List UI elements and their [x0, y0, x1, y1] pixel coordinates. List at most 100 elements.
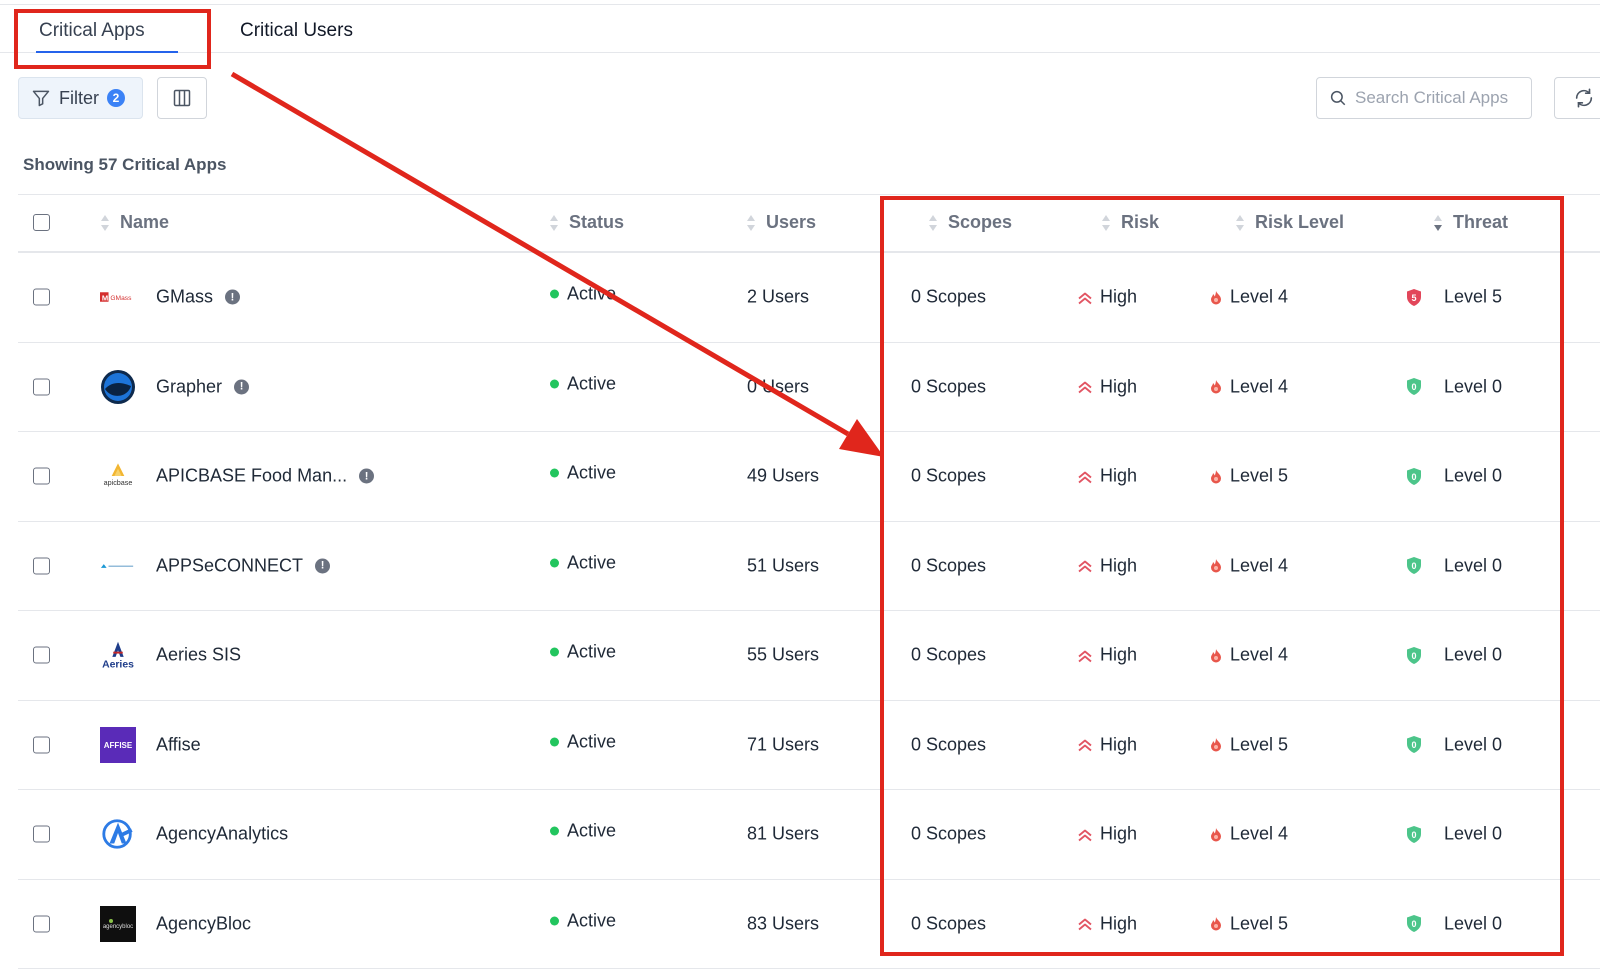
table-row[interactable]: AgencyAnalytics Active 81 Users 0 Scopes… [18, 790, 1600, 880]
app-name[interactable]: AgencyBloc [156, 913, 251, 934]
row-checkbox[interactable] [33, 288, 50, 306]
app-name-cell[interactable]: APPSeCONNECT ! [156, 555, 331, 576]
threat-cell: 0 Level 0 [1406, 376, 1502, 397]
threat-cell: 0 Level 0 [1406, 734, 1502, 755]
affise-logo: AFFISE [100, 726, 136, 763]
table-row[interactable]: APPSeCONNECT ! Active 51 Users 0 Scopes … [18, 522, 1600, 611]
app-name-cell[interactable]: Aeries SIS [156, 645, 241, 666]
search-input[interactable] [1355, 88, 1530, 108]
row-checkbox[interactable] [33, 467, 50, 485]
scopes-cell: 0 Scopes [911, 645, 986, 666]
refresh-icon [1575, 88, 1593, 108]
threat-text: Level 0 [1444, 465, 1503, 486]
svg-text:0: 0 [1411, 382, 1416, 392]
svg-text:AFFISE: AFFISE [104, 741, 133, 750]
users-count: 71 Users [747, 734, 820, 755]
row-checkbox[interactable] [33, 646, 50, 664]
refresh-button[interactable] [1554, 77, 1600, 119]
risk-cell: High [1078, 555, 1137, 576]
column-header-status[interactable]: Status [549, 212, 624, 233]
risk-cell: High [1078, 824, 1137, 845]
app-name[interactable]: GMass [156, 287, 213, 308]
info-icon[interactable]: ! [234, 379, 250, 395]
row-checkbox[interactable] [33, 825, 50, 843]
users-count: 2 Users [747, 286, 810, 307]
table-row[interactable]: Grapher ! Active 0 Users 0 Scopes High L… [18, 343, 1600, 432]
status-text: Active [567, 731, 617, 752]
risk-high-icon [1078, 739, 1092, 752]
app-name[interactable]: Aeries SIS [156, 645, 241, 666]
risk-level-text: Level 5 [1230, 734, 1289, 755]
column-header-name[interactable]: Name [100, 212, 169, 233]
column-header-risk-level[interactable]: Risk Level [1235, 212, 1344, 233]
aeries-logo: Aeries [100, 637, 136, 673]
status-dot-icon [550, 737, 559, 747]
svg-text:0: 0 [1411, 651, 1416, 661]
app-name[interactable]: Affise [156, 734, 201, 755]
status-dot-icon [550, 826, 559, 836]
tab-critical-apps[interactable]: Critical Apps [39, 20, 145, 42]
svg-text:M: M [102, 294, 108, 303]
info-icon[interactable]: ! [225, 289, 241, 305]
risk-high-icon [1078, 471, 1092, 483]
svg-text:Aeries: Aeries [102, 660, 134, 671]
tab-critical-users[interactable]: Critical Users [240, 20, 353, 42]
risk-text: High [1100, 286, 1138, 307]
status-cell: Active [550, 284, 616, 305]
status-text: Active [567, 552, 617, 573]
threat-text: Level 5 [1444, 286, 1503, 307]
app-name-cell[interactable]: GMass ! [156, 287, 241, 308]
risk-level-cell: Level 5 [1210, 466, 1288, 487]
app-name-cell[interactable]: AgencyBloc [156, 913, 251, 934]
status-text: Active [567, 283, 617, 304]
threat-cell: 0 Level 0 [1406, 824, 1502, 845]
app-name-cell[interactable]: Affise [156, 734, 201, 755]
sort-icon [929, 214, 937, 231]
table-row[interactable]: Aeries Aeries SIS Active 55 Users 0 Scop… [18, 611, 1600, 701]
app-name[interactable]: APPSeCONNECT [156, 555, 303, 576]
filter-icon [32, 90, 50, 107]
users-count: 83 Users [747, 913, 820, 934]
app-name[interactable]: Grapher [156, 376, 222, 397]
flame-icon [1211, 648, 1221, 663]
threat-text: Level 0 [1444, 555, 1503, 576]
table-row[interactable]: M GMass GMass ! Active 2 Users 0 Scopes H… [18, 253, 1600, 343]
table-row[interactable]: apicbase APICBASE Food Man... ! Active 4… [18, 432, 1600, 522]
svg-text:0: 0 [1411, 919, 1416, 929]
row-select-cell [33, 378, 50, 396]
row-select-cell [33, 557, 50, 575]
info-icon[interactable]: ! [315, 558, 331, 574]
table-row[interactable]: AFFISE Affise Active 71 Users 0 Scopes H… [18, 701, 1600, 790]
risk-high-icon [1078, 560, 1092, 573]
risk-high-icon [1078, 381, 1092, 394]
search-box[interactable] [1316, 77, 1532, 119]
column-header-risk[interactable]: Risk [1101, 212, 1159, 233]
users-count: 51 Users [747, 555, 820, 576]
row-checkbox[interactable] [33, 915, 50, 933]
flame-icon [1211, 469, 1221, 484]
row-checkbox[interactable] [33, 378, 50, 396]
column-header-scopes[interactable]: Scopes [928, 212, 1012, 233]
row-checkbox[interactable] [33, 557, 50, 575]
app-name[interactable]: AgencyAnalytics [156, 824, 288, 845]
column-header-label: Name [120, 212, 170, 232]
app-name[interactable]: APICBASE Food Man... [156, 466, 347, 487]
sort-icon [747, 214, 755, 231]
info-icon[interactable]: ! [359, 468, 375, 484]
app-name-cell[interactable]: APICBASE Food Man... ! [156, 466, 375, 487]
app-name-cell[interactable]: Grapher ! [156, 376, 250, 397]
row-checkbox[interactable] [33, 736, 50, 754]
risk-level-cell: Level 4 [1210, 287, 1288, 308]
app-name-cell[interactable]: AgencyAnalytics [156, 824, 288, 845]
column-header-users[interactable]: Users [746, 212, 816, 233]
risk-text: High [1100, 376, 1138, 397]
top-divider [0, 4, 1600, 5]
svg-text:agencybloc: agencybloc [103, 924, 133, 930]
risk-level-cell: Level 5 [1210, 734, 1288, 755]
column-header-threat[interactable]: Threat [1433, 212, 1508, 233]
table-row[interactable]: agencybloc AgencyBloc Active 83 Users 0 … [18, 880, 1600, 969]
filter-button[interactable]: Filter 2 [18, 77, 143, 119]
columns-button[interactable] [157, 77, 207, 119]
status-text: Active [567, 641, 617, 662]
select-all-checkbox[interactable] [33, 214, 50, 231]
